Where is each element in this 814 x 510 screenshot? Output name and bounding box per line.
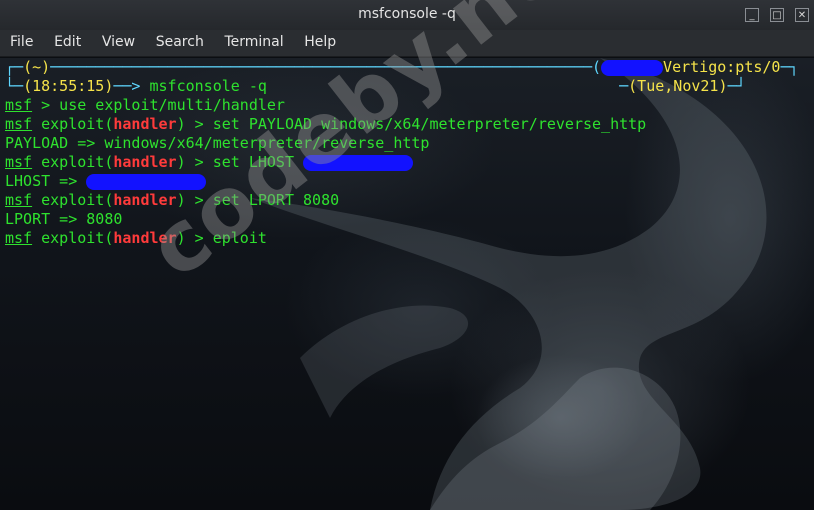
module-name: handler bbox=[113, 153, 177, 171]
msf-label: msf bbox=[5, 96, 33, 114]
exploit-prefix: exploit( bbox=[32, 229, 114, 247]
exploit-suffix: ) > bbox=[176, 115, 213, 133]
menu-edit[interactable]: Edit bbox=[54, 34, 81, 50]
command-text: > use exploit/multi/handler bbox=[32, 96, 285, 114]
close-button[interactable]: ✕ bbox=[795, 8, 809, 22]
prompt-date: (Tue,Nov21) bbox=[628, 77, 728, 95]
console-line-3: msf exploit(handler) > set LHOST bbox=[5, 153, 799, 172]
output-text: LHOST => bbox=[5, 172, 87, 190]
console-output-payload: PAYLOAD => windows/x64/meterpreter/rever… bbox=[5, 134, 430, 152]
maximize-button[interactable]: □ bbox=[770, 8, 784, 22]
menu-help[interactable]: Help bbox=[304, 34, 336, 50]
prompt-command: msfconsole -q bbox=[149, 77, 267, 95]
console-output-lport: LPORT => 8080 bbox=[5, 210, 123, 228]
msf-label: msf bbox=[5, 115, 33, 133]
menu-view[interactable]: View bbox=[102, 34, 135, 50]
console-line-5[interactable]: msf exploit(handler) > eploit bbox=[5, 229, 799, 248]
minimize-button[interactable]: _ bbox=[745, 8, 759, 22]
exploit-prefix: exploit( bbox=[32, 153, 114, 171]
module-name: handler bbox=[113, 115, 177, 133]
menu-file[interactable]: File bbox=[10, 34, 33, 50]
exploit-prefix: exploit( bbox=[32, 115, 114, 133]
console-output-lhost: LHOST => bbox=[5, 172, 799, 191]
console-line-4: msf exploit(handler) > set LPORT 8080 bbox=[5, 191, 799, 210]
redacted-user bbox=[601, 59, 664, 76]
msf-label: msf bbox=[5, 191, 33, 209]
msf-label: msf bbox=[5, 153, 33, 171]
prompt-host: Vertigo:pts/0 bbox=[663, 58, 781, 76]
menu-search[interactable]: Search bbox=[156, 34, 204, 50]
exploit-prefix: exploit( bbox=[32, 191, 114, 209]
prompt-dir: (~) bbox=[23, 58, 51, 76]
msf-label: msf bbox=[5, 229, 33, 247]
terminal-window: msfconsole -q _ □ ✕ File Edit View Searc… bbox=[0, 0, 814, 510]
prompt-time: (18:55:15) bbox=[23, 77, 114, 95]
menu-terminal[interactable]: Terminal bbox=[224, 34, 283, 50]
